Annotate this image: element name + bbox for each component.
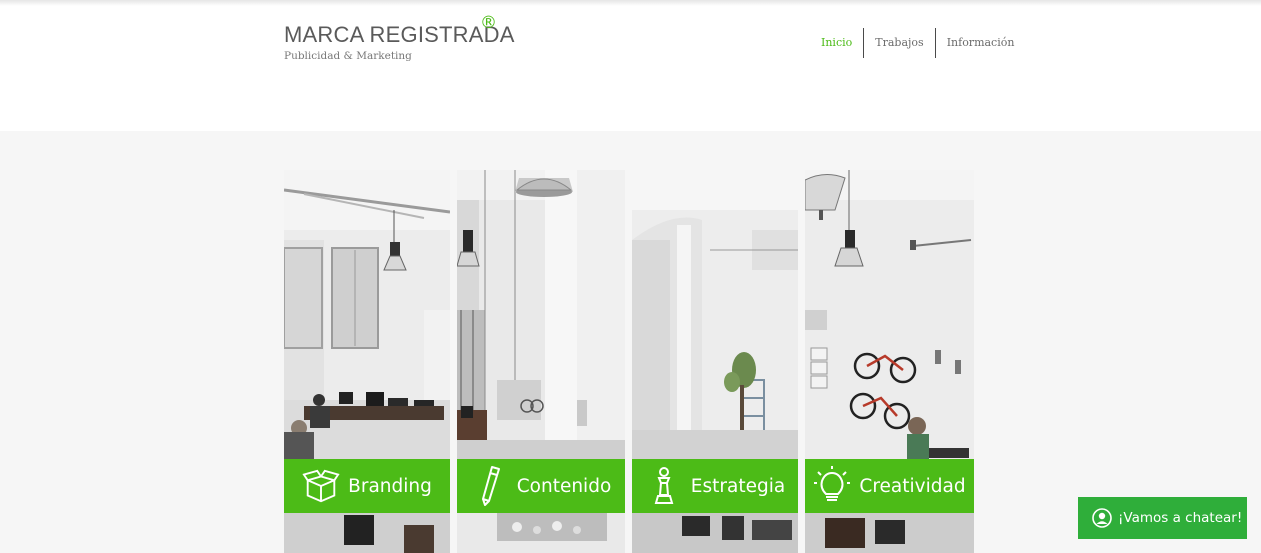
main-nav: Inicio Trabajos Información <box>810 28 1025 58</box>
registered-mark: ® <box>480 13 497 33</box>
site-header: MARCA REGISTRADA ® Publicidad & Marketin… <box>0 0 1261 131</box>
brand[interactable]: MARCA REGISTRADA ® Publicidad & Marketin… <box>284 13 515 62</box>
creatividad-label: Creatividad <box>859 475 966 497</box>
estrategia-label: Estrategia <box>690 475 786 497</box>
estrategia-button[interactable]: Estrategia <box>632 459 798 513</box>
service-panel-estrategia[interactable]: Estrategia <box>632 170 798 553</box>
lightbulb-icon <box>813 465 851 507</box>
chat-label: ¡Vamos a chatear! <box>1118 510 1243 526</box>
header-shadow <box>0 0 1261 6</box>
service-panel-creatividad[interactable]: Creatividad <box>805 170 974 553</box>
chess-pawn-icon <box>645 465 683 507</box>
service-panel-branding[interactable]: Branding <box>284 170 450 553</box>
nav-item-trabajos[interactable]: Trabajos <box>863 28 934 58</box>
service-panel-contenido[interactable]: Contenido <box>457 170 625 553</box>
branding-label: Branding <box>348 475 432 497</box>
user-avatar-icon <box>1092 508 1112 528</box>
open-box-icon <box>302 465 340 507</box>
pencil-icon <box>471 465 509 507</box>
contenido-button[interactable]: Contenido <box>457 459 625 513</box>
nav-item-informacion[interactable]: Información <box>934 28 1026 58</box>
nav-item-inicio[interactable]: Inicio <box>810 28 863 58</box>
chat-button[interactable]: ¡Vamos a chatear! <box>1078 497 1247 539</box>
brand-subtitle: Publicidad & Marketing <box>284 50 412 62</box>
branding-button[interactable]: Branding <box>284 459 450 513</box>
contenido-label: Contenido <box>516 475 612 497</box>
creatividad-button[interactable]: Creatividad <box>805 459 974 513</box>
